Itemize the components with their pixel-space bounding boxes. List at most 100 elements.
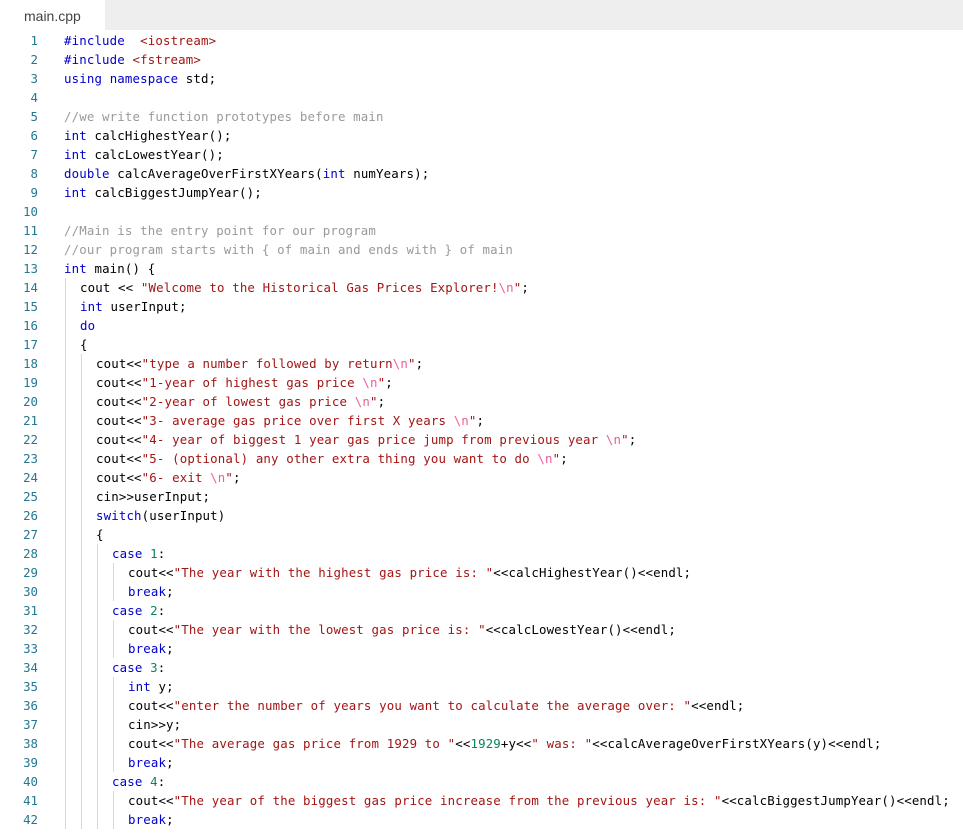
indent-guide [97, 620, 98, 639]
line-number: 35 [23, 679, 38, 694]
code-line[interactable]: 3 using namespace std; [0, 69, 963, 88]
line-number: 42 [23, 812, 38, 827]
tab-bar: main.cpp [0, 0, 963, 30]
code-line[interactable]: 11 //Main is the entry point for our prog… [0, 221, 963, 240]
kw-token: namespace [109, 71, 179, 86]
code-line[interactable]: 8 double calcAverageOverFirstXYears(int n… [0, 164, 963, 183]
tab-main-cpp[interactable]: main.cpp [0, 0, 105, 30]
code-line[interactable]: 9 int calcBiggestJumpYear(); [0, 183, 963, 202]
plain-token: <<calcAverageOverFirstXYears(y)<<endl; [592, 736, 882, 751]
indent-guide [81, 772, 82, 791]
code-line[interactable]: 5 //we write function prototypes before m… [0, 107, 963, 126]
code-editor[interactable]: 1 #include <iostream> 2 #include <fstream> 3… [0, 31, 963, 829]
code-text: cout<<"3- average gas price over first X… [96, 411, 484, 430]
indent-guide [65, 373, 66, 392]
code-line[interactable]: 14 cout << "Welcome to the Historical Gas… [0, 278, 963, 297]
indent-guide [65, 715, 66, 734]
code-line[interactable]: 42 break; [0, 810, 963, 829]
code-line[interactable]: 41 cout<<"The year of the biggest gas pri… [0, 791, 963, 810]
code-line[interactable]: 34 case 3: [0, 658, 963, 677]
code-line[interactable]: 1 #include <iostream> [0, 31, 963, 50]
code-line[interactable]: 37 cin>>y; [0, 715, 963, 734]
indent-guide [97, 677, 98, 696]
line-number: 21 [23, 413, 38, 428]
str-token: "5- (optional) any other extra thing you… [141, 451, 538, 466]
code-line[interactable]: 13 int main() { [0, 259, 963, 278]
plain-token: ; [377, 394, 386, 409]
indent-guide [65, 297, 66, 316]
esc-token: \n [453, 413, 469, 428]
code-text: case 2: [112, 601, 165, 620]
indent-guide [113, 753, 114, 772]
code-line[interactable]: 20 cout<<"2-year of lowest gas price \n"; [0, 392, 963, 411]
code-line[interactable]: 36 cout<<"enter the number of years you w… [0, 696, 963, 715]
code-line[interactable]: 25 cin>>userInput; [0, 487, 963, 506]
code-line[interactable]: 33 break; [0, 639, 963, 658]
code-line[interactable]: 40 case 4: [0, 772, 963, 791]
code-text: break; [128, 639, 174, 658]
code-text: break; [128, 753, 174, 772]
code-line[interactable]: 22 cout<<"4- year of biggest 1 year gas p… [0, 430, 963, 449]
code-line[interactable]: 16 do [0, 316, 963, 335]
esc-token: \n [498, 280, 514, 295]
code-line[interactable]: 26 switch(userInput) [0, 506, 963, 525]
code-text: cout<<"The year with the lowest gas pric… [128, 620, 676, 639]
code-line[interactable]: 7 int calcLowestYear(); [0, 145, 963, 164]
indent-guide [65, 810, 66, 829]
indent-guide [81, 696, 82, 715]
num-token: 4 [150, 774, 158, 789]
indent-guide [81, 639, 82, 658]
code-line[interactable]: 35 int y; [0, 677, 963, 696]
code-line[interactable]: 39 break; [0, 753, 963, 772]
code-line[interactable]: 32 cout<<"The year with the lowest gas pr… [0, 620, 963, 639]
plain-token: <<calcBiggestJumpYear()<<endl; [721, 793, 950, 808]
code-line[interactable]: 15 int userInput; [0, 297, 963, 316]
code-line[interactable]: 38 cout<<"The average gas price from 1929… [0, 734, 963, 753]
code-line[interactable]: 21 cout<<"3- average gas price over first… [0, 411, 963, 430]
indent-guide [97, 601, 98, 620]
code-line[interactable]: 27 { [0, 525, 963, 544]
code-line[interactable]: 24 cout<<"6- exit \n"; [0, 468, 963, 487]
indent-guide [65, 354, 66, 373]
indent-guide [65, 563, 66, 582]
indent-guide [81, 734, 82, 753]
plain-token: ; [385, 375, 393, 390]
line-number: 18 [23, 356, 38, 371]
indent-guide [65, 392, 66, 411]
indent-guide [97, 753, 98, 772]
indent-guide [81, 791, 82, 810]
code-line[interactable]: 29 cout<<"The year with the highest gas p… [0, 563, 963, 582]
indent-guide [81, 715, 82, 734]
code-text: cout << "Welcome to the Historical Gas P… [80, 278, 529, 297]
line-number: 30 [23, 584, 38, 599]
code-line[interactable]: 23 cout<<"5- (optional) any other extra t… [0, 449, 963, 468]
code-line[interactable]: 2 #include <fstream> [0, 50, 963, 69]
line-number: 32 [23, 622, 38, 637]
esc-token: \n [210, 470, 226, 485]
indent-guide [65, 753, 66, 772]
code-line[interactable]: 28 case 1: [0, 544, 963, 563]
code-line[interactable]: 30 break; [0, 582, 963, 601]
code-line[interactable]: 18 cout<<"type a number followed by retur… [0, 354, 963, 373]
line-number: 29 [23, 565, 38, 580]
indent-guide [81, 354, 82, 373]
code-line[interactable]: 12 //our program starts with { of main an… [0, 240, 963, 259]
code-line[interactable]: 19 cout<<"1-year of highest gas price \n"… [0, 373, 963, 392]
line-number: 25 [23, 489, 38, 504]
code-line[interactable]: 4 [0, 88, 963, 107]
plain-token: cout<< [96, 394, 142, 409]
indent-guide [81, 411, 82, 430]
line-number: 23 [23, 451, 38, 466]
plain-token: ; [233, 470, 241, 485]
code-line[interactable]: 31 case 2: [0, 601, 963, 620]
indent-guide [97, 696, 98, 715]
line-number: 12 [23, 242, 38, 257]
line-number: 9 [30, 185, 38, 200]
code-line[interactable]: 17 { [0, 335, 963, 354]
indent-guide [113, 620, 114, 639]
line-number: 41 [23, 793, 38, 808]
kw-token: int [80, 299, 103, 314]
code-text: cout<<"2-year of lowest gas price \n"; [96, 392, 385, 411]
code-line[interactable]: 10 [0, 202, 963, 221]
code-line[interactable]: 6 int calcHighestYear(); [0, 126, 963, 145]
